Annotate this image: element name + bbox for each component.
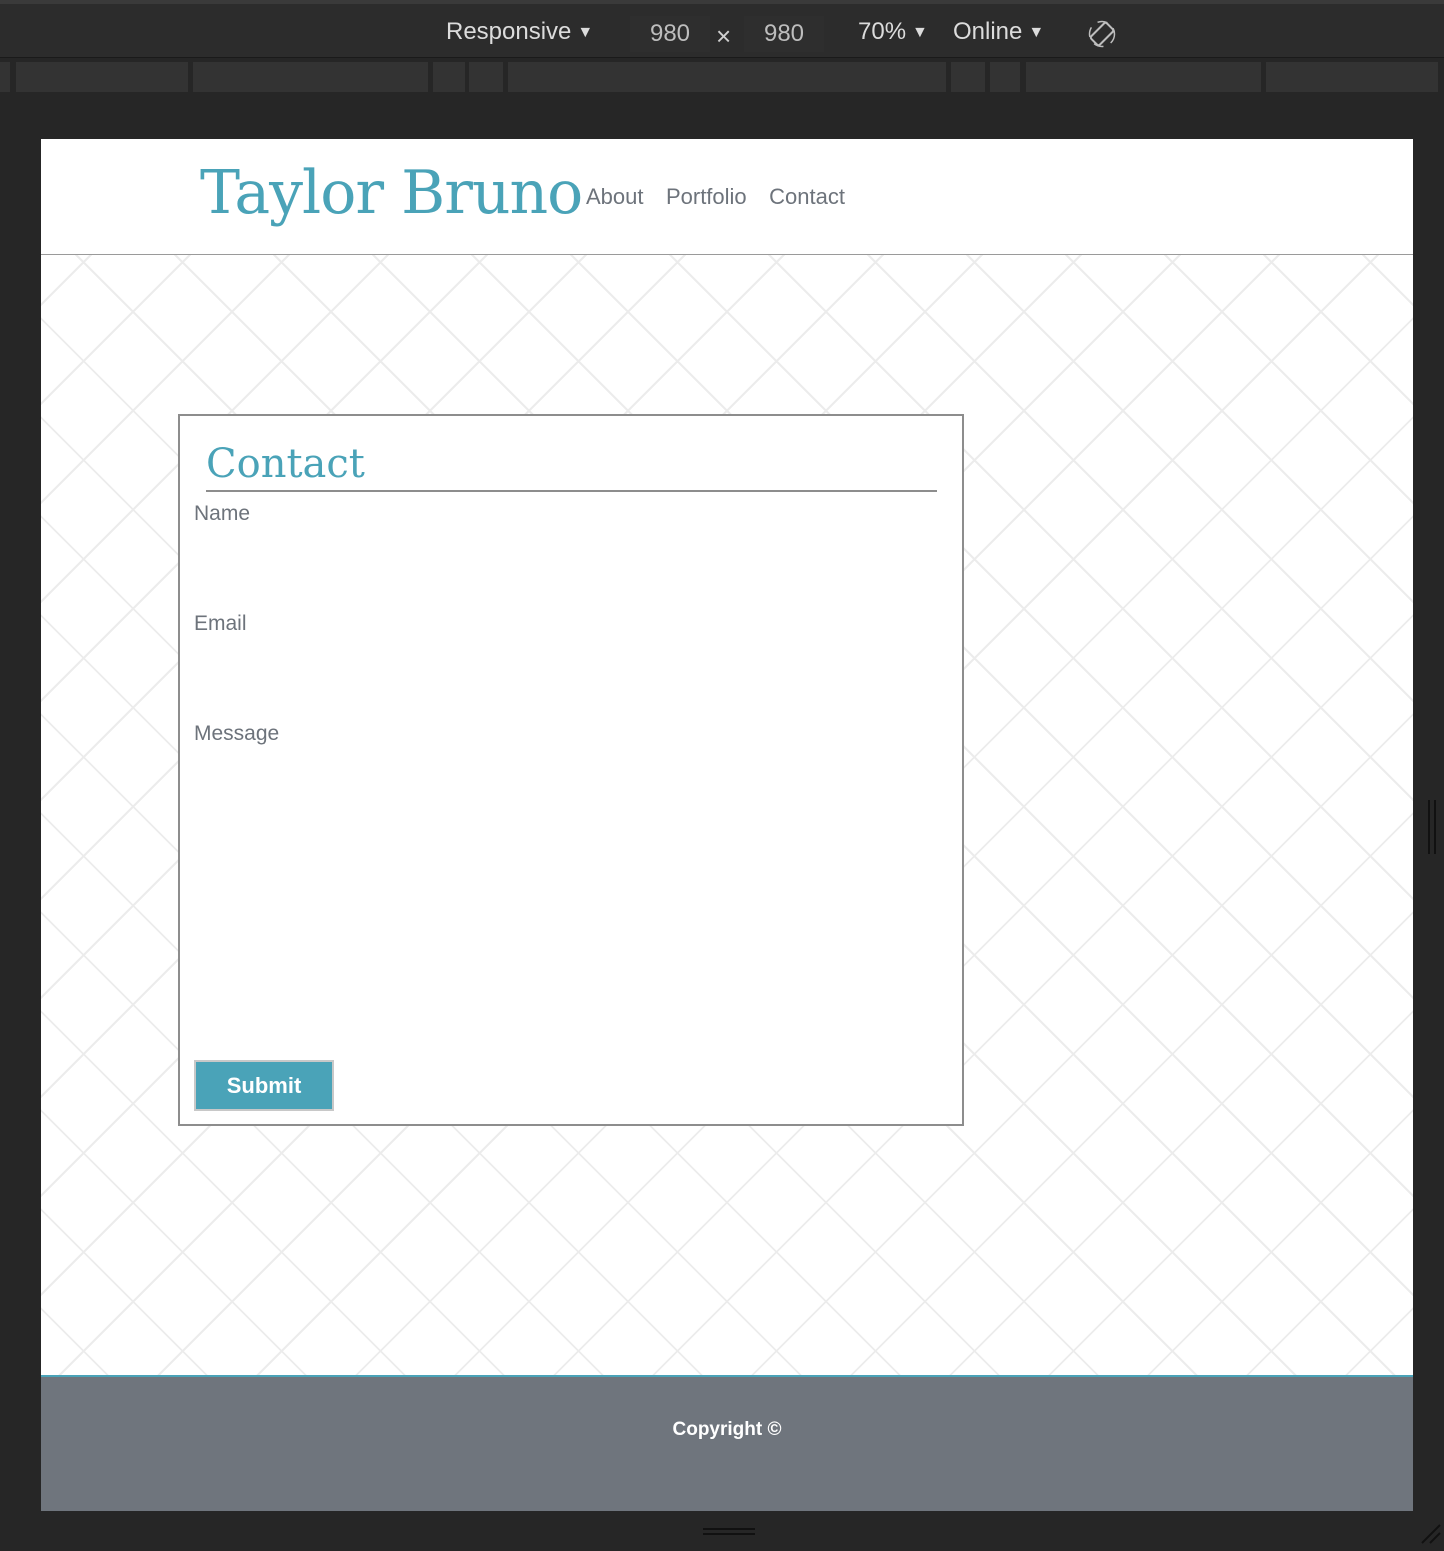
chevron-down-icon: ▼ xyxy=(577,24,594,41)
network-dropdown[interactable]: Online ▼ xyxy=(953,16,1044,48)
message-label: Message xyxy=(194,722,280,745)
message-field[interactable] xyxy=(194,754,938,1028)
chevron-down-icon: ▼ xyxy=(912,24,928,41)
resize-handle-right[interactable] xyxy=(1426,800,1438,854)
contact-form: Contact Name Email Message Submit xyxy=(178,414,964,1126)
site-title[interactable]: Taylor Bruno xyxy=(200,153,583,233)
media-query-segment[interactable] xyxy=(0,62,10,92)
height-input[interactable]: 980 xyxy=(744,16,824,52)
submit-button[interactable]: Submit xyxy=(194,1060,334,1111)
rotate-icon[interactable] xyxy=(1088,20,1116,48)
contact-heading: Contact xyxy=(206,438,937,492)
copyright-text: Copyright © xyxy=(672,1419,782,1440)
zoom-label: 70% xyxy=(858,18,907,45)
network-label: Online xyxy=(953,18,1023,45)
email-field[interactable] xyxy=(194,642,938,680)
site-header: Taylor Bruno About Portfolio Contact xyxy=(41,139,1413,255)
page-viewport: Taylor Bruno About Portfolio Contact Con… xyxy=(41,139,1413,1511)
nav-link-portfolio[interactable]: Portfolio xyxy=(666,183,747,211)
width-input[interactable]: 980 xyxy=(630,16,710,52)
media-query-segment[interactable] xyxy=(951,62,985,92)
media-query-segment[interactable] xyxy=(469,62,503,92)
email-label: Email xyxy=(194,612,247,635)
media-query-segment[interactable] xyxy=(1266,62,1438,92)
media-query-segment[interactable] xyxy=(1026,62,1261,92)
device-dropdown[interactable]: Responsive ▼ xyxy=(446,16,593,48)
resize-handle-bottom[interactable] xyxy=(703,1527,755,1537)
resize-corner-icon[interactable] xyxy=(1420,1523,1442,1545)
name-field[interactable] xyxy=(194,532,938,570)
media-query-segment[interactable] xyxy=(16,62,188,92)
site-footer: Copyright © xyxy=(41,1375,1413,1511)
nav-link-about[interactable]: About xyxy=(586,183,644,211)
times-icon: × xyxy=(716,21,732,51)
media-query-segment[interactable] xyxy=(193,62,428,92)
main-nav: About Portfolio Contact xyxy=(586,183,863,211)
content-background: Contact Name Email Message Submit xyxy=(41,255,1413,1375)
zoom-dropdown[interactable]: 70% ▼ xyxy=(858,16,928,48)
name-label: Name xyxy=(194,502,251,525)
media-query-segment[interactable] xyxy=(433,62,465,92)
device-label: Responsive xyxy=(446,18,572,45)
media-query-segment[interactable] xyxy=(990,62,1020,92)
media-query-bar xyxy=(0,58,1444,94)
nav-link-contact[interactable]: Contact xyxy=(769,183,845,211)
chevron-down-icon: ▼ xyxy=(1028,24,1045,41)
media-query-segment[interactable] xyxy=(508,62,946,92)
device-toolbar: Responsive ▼ 980 × 980 70% ▼ Online ▼ xyxy=(0,0,1444,58)
